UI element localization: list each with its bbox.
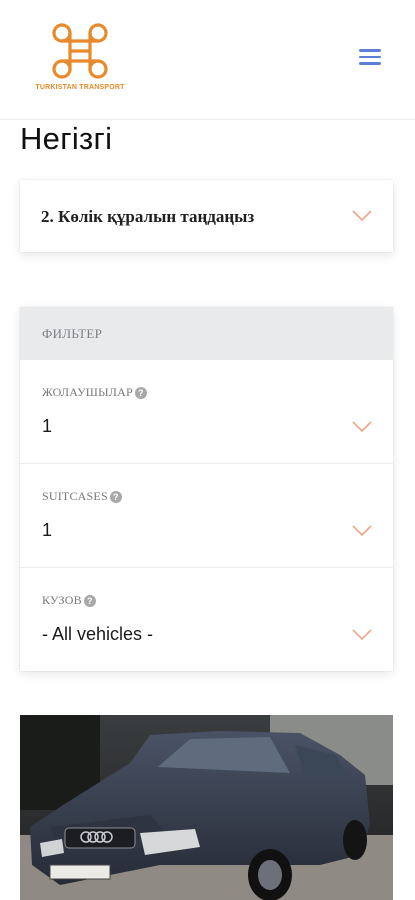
filter-body-type-value: - All vehicles - xyxy=(42,624,154,644)
vehicle-select-label: 2. Көлік құралын таңдаңыз xyxy=(41,207,255,226)
vehicle-select-dropdown[interactable]: 2. Көлік құралын таңдаңыз xyxy=(20,180,393,252)
filter-body-type-select[interactable]: КУЗОВ? - All vehicles - xyxy=(20,567,393,671)
site-header: TURKISTAN TRANSPORT xyxy=(0,0,415,120)
chevron-down-icon xyxy=(352,421,372,433)
filter-heading: ФИЛЬТЕР xyxy=(42,326,103,341)
filter-passengers-select[interactable]: ЖОЛАУШЫЛАР? 1 xyxy=(20,359,393,463)
filter-suitcases-label-text: SUITCASES xyxy=(42,489,108,503)
filter-passengers-value: 1 xyxy=(42,416,53,436)
filter-header: ФИЛЬТЕР xyxy=(20,307,393,359)
filter-body-type-label: КУЗОВ? xyxy=(42,593,96,608)
hamburger-menu-icon[interactable] xyxy=(359,49,381,69)
chevron-down-icon xyxy=(352,525,372,537)
question-circle-icon[interactable]: ? xyxy=(83,595,96,607)
logo-text: TURKISTAN TRANSPORT xyxy=(35,84,125,91)
site-logo[interactable]: TURKISTAN TRANSPORT xyxy=(30,18,130,98)
chevron-down-icon xyxy=(352,210,372,222)
filter-body-type-label-text: КУЗОВ xyxy=(42,593,82,607)
page-title: Негізгі xyxy=(20,121,113,156)
car-image xyxy=(20,715,393,900)
filter-panel: ФИЛЬТЕР ЖОЛАУШЫЛАР? 1 SUITCASES? 1 КУЗОВ… xyxy=(20,307,393,671)
filter-suitcases-select[interactable]: SUITCASES? 1 xyxy=(20,463,393,567)
filter-passengers-label-text: ЖОЛАУШЫЛАР xyxy=(42,385,133,399)
turkistan-transport-logo-icon xyxy=(52,23,108,79)
chevron-down-icon xyxy=(352,629,372,641)
vehicle-photo[interactable] xyxy=(20,715,393,900)
question-circle-icon[interactable]: ? xyxy=(109,491,122,503)
filter-suitcases-label: SUITCASES? xyxy=(42,489,122,504)
question-circle-icon[interactable]: ? xyxy=(134,387,147,399)
filter-passengers-label: ЖОЛАУШЫЛАР? xyxy=(42,385,147,400)
filter-suitcases-value: 1 xyxy=(42,520,53,540)
